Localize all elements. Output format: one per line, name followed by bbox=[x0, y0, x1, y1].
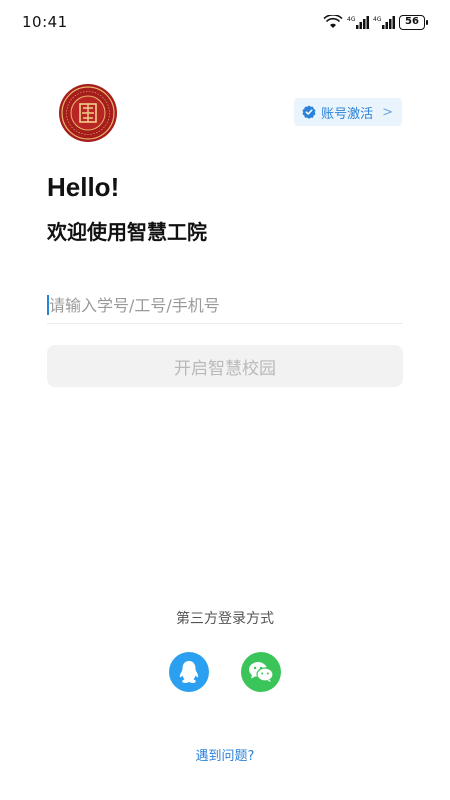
wechat-icon bbox=[249, 662, 274, 682]
text-caret bbox=[47, 295, 49, 315]
svg-text:4G: 4G bbox=[347, 16, 356, 23]
welcome-heading: 欢迎使用智慧工院 bbox=[47, 220, 207, 244]
help-link[interactable]: 遇到问题? bbox=[0, 745, 450, 764]
account-activate-button[interactable]: 账号激活 > bbox=[294, 98, 402, 126]
chevron-right-icon: > bbox=[382, 104, 393, 120]
battery-level: 56 bbox=[399, 14, 425, 30]
status-time: 10:41 bbox=[22, 13, 68, 31]
open-smart-campus-button[interactable]: 开启智慧校园 bbox=[47, 345, 403, 387]
wifi-icon bbox=[323, 15, 343, 28]
hello-heading: Hello! bbox=[47, 172, 120, 202]
id-input[interactable] bbox=[47, 288, 403, 322]
wechat-login-button[interactable] bbox=[241, 652, 281, 692]
svg-text:4G: 4G bbox=[373, 16, 382, 23]
signal-4g-icon: 4G bbox=[373, 16, 395, 29]
verified-badge-icon bbox=[302, 105, 316, 119]
status-bar: 10:41 4G 4G 56 bbox=[0, 0, 450, 44]
battery-icon: 56 bbox=[399, 14, 428, 30]
qq-login-button[interactable] bbox=[169, 652, 209, 692]
account-activate-label: 账号激活 bbox=[321, 106, 374, 122]
id-input-wrapper bbox=[47, 288, 403, 324]
status-icons: 4G 4G 56 bbox=[323, 14, 428, 30]
college-seal-logo bbox=[50, 82, 130, 144]
third-party-login-label: 第三方登录方式 bbox=[176, 611, 274, 627]
qq-icon bbox=[179, 661, 199, 684]
signal-4g-icon: 4G bbox=[347, 16, 369, 29]
